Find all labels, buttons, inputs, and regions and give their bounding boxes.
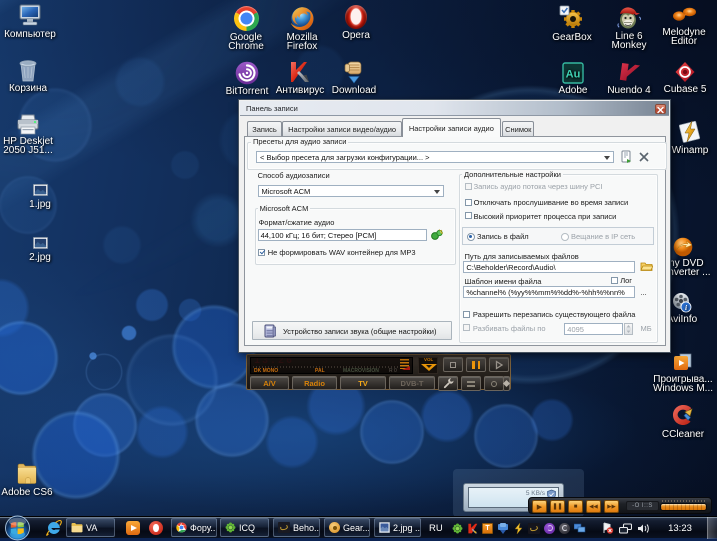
svg-text:Au: Au xyxy=(566,69,581,81)
